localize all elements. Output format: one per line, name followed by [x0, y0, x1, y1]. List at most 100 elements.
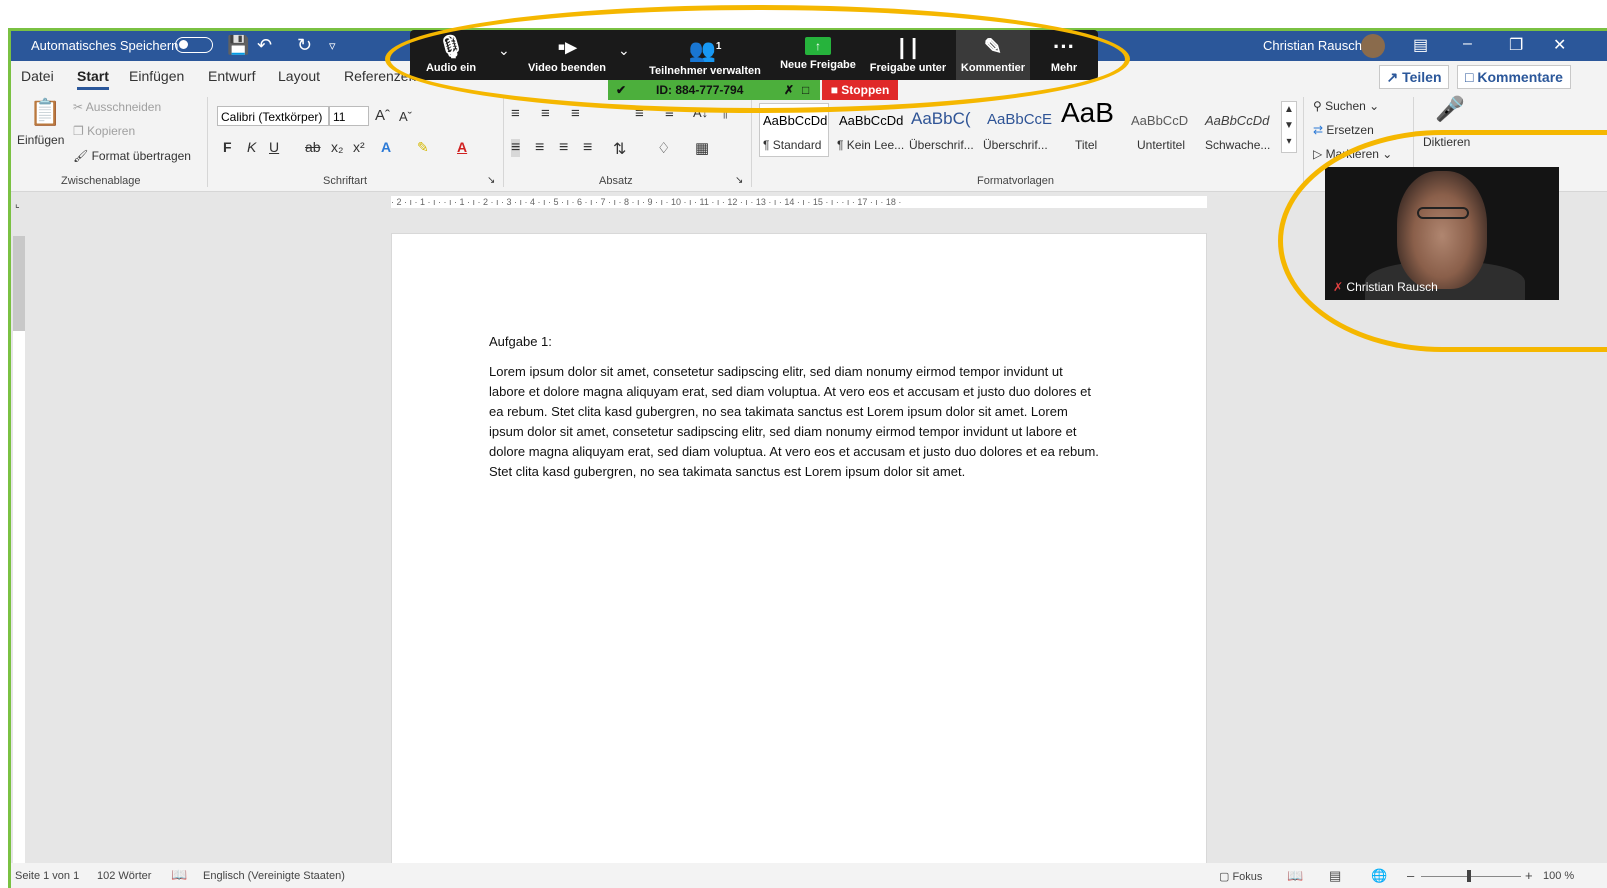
tab-selector-icon[interactable]: ⌞ — [15, 199, 20, 210]
style-title[interactable]: Titel — [1075, 138, 1097, 152]
numbering-icon[interactable]: ≡ — [541, 105, 550, 122]
new-share-button[interactable]: ↑ Neue Freigabe — [774, 30, 862, 80]
font-family-select[interactable]: Calibri (Textkörper) — [217, 106, 329, 126]
style-sample-heading1[interactable]: AaBbC( — [911, 109, 971, 129]
shrink-font-icon[interactable]: Aˇ — [399, 109, 412, 124]
share-button[interactable]: ↗ Teilen — [1379, 65, 1449, 89]
style-sample-title[interactable]: AaB — [1061, 97, 1114, 129]
undo-icon[interactable]: ↶ — [257, 35, 272, 56]
select-button[interactable]: ▷ Markieren ⌄ — [1313, 147, 1392, 161]
video-button[interactable]: ▪▸ Video beenden — [516, 30, 618, 80]
shading-icon[interactable]: ♢ — [657, 139, 670, 157]
zoom-out-icon[interactable]: – — [1407, 868, 1414, 883]
stop-share-button[interactable]: ■ Stoppen — [822, 80, 898, 100]
format-painter-button[interactable]: 🖌 Format übertragen — [73, 149, 191, 163]
italic-button[interactable]: K — [247, 139, 256, 155]
ribbon-display-icon[interactable]: ▤ — [1413, 35, 1428, 55]
microphone-icon[interactable]: 🎤 — [1435, 95, 1465, 124]
zoom-slider[interactable] — [1421, 876, 1521, 877]
vertical-ruler[interactable] — [13, 236, 25, 886]
save-icon[interactable]: 💾 — [227, 35, 249, 56]
annotate-button[interactable]: ✎ Kommentier — [956, 30, 1030, 80]
document-heading[interactable]: Aufgabe 1: — [489, 334, 552, 349]
tab-home[interactable]: Start — [77, 68, 109, 90]
print-layout-icon[interactable]: ▤ — [1329, 868, 1341, 884]
document-page[interactable]: Aufgabe 1: Lorem ipsum dolor sit amet, c… — [391, 233, 1207, 888]
subscript-button[interactable]: x₂ — [331, 139, 343, 155]
multilevel-list-icon[interactable]: ≡ — [571, 105, 580, 122]
outdent-icon[interactable]: ≡ — [665, 105, 674, 122]
video-tile[interactable]: ✗ Christian Rausch — [1325, 167, 1559, 300]
borders-icon[interactable]: ▦ — [695, 139, 709, 157]
copy-button[interactable]: ❐ Kopieren — [73, 124, 135, 138]
bold-button[interactable]: F — [223, 139, 232, 155]
highlight-icon[interactable]: ✎ — [417, 139, 429, 156]
align-right-icon[interactable]: ≡ — [559, 139, 568, 157]
zoom-slider-thumb[interactable] — [1467, 870, 1471, 882]
tab-references[interactable]: Referenzen — [344, 68, 416, 84]
language-status[interactable]: Englisch (Vereinigte Staaten) — [203, 870, 345, 882]
tab-layout[interactable]: Layout — [278, 68, 320, 84]
document-body[interactable]: Lorem ipsum dolor sit amet, consetetur s… — [489, 362, 1099, 482]
style-no-spacing[interactable]: ¶ Kein Lee... — [837, 138, 904, 152]
proofing-icon[interactable]: 📖 — [171, 867, 187, 883]
search-button[interactable]: ⚲ Suchen ⌄ — [1313, 99, 1379, 113]
sort-icon[interactable]: A↓ — [693, 105, 708, 120]
zoom-level[interactable]: 100 % — [1543, 870, 1574, 882]
indent-icon[interactable]: ≡ — [635, 105, 644, 122]
tab-file[interactable]: Datei — [21, 68, 54, 84]
tab-insert[interactable]: Einfügen — [129, 68, 184, 84]
minimize-icon[interactable]: – — [1463, 35, 1472, 53]
grow-font-icon[interactable]: Aˆ — [375, 107, 390, 124]
underline-button[interactable]: U — [269, 139, 279, 155]
replace-button[interactable]: ⇄ Ersetzen — [1313, 123, 1374, 137]
style-subtle-emphasis[interactable]: Schwache... — [1205, 138, 1270, 152]
style-sample-standard[interactable]: AaBbCcDd — [763, 113, 827, 128]
restore-icon[interactable]: ❐ — [1509, 35, 1523, 55]
page-count[interactable]: Seite 1 von 1 — [15, 870, 79, 882]
font-dialog-launcher-icon[interactable]: ↘ — [487, 175, 495, 186]
strikethrough-button[interactable]: ab — [305, 139, 321, 155]
style-heading2[interactable]: Überschrif... — [983, 138, 1048, 152]
text-effects-icon[interactable]: A — [381, 139, 391, 155]
style-standard[interactable]: ¶ Standard — [763, 138, 821, 152]
paste-button[interactable]: Einfügen — [17, 133, 64, 147]
font-color-icon[interactable]: A — [457, 139, 467, 155]
comments-button[interactable]: □ Kommentare — [1457, 65, 1571, 89]
close-icon[interactable]: ✕ — [1553, 35, 1566, 55]
font-size-select[interactable]: 11 — [329, 106, 369, 126]
align-center-icon[interactable]: ≡ — [535, 139, 544, 157]
read-mode-icon[interactable]: 📖 — [1287, 868, 1303, 884]
style-sample-no-spacing[interactable]: AaBbCcDd — [839, 113, 903, 128]
style-sample-heading2[interactable]: AaBbCcE — [987, 111, 1052, 128]
pause-share-button[interactable]: | | Freigabe unter — [864, 30, 952, 80]
style-subtitle[interactable]: Untertitel — [1137, 138, 1185, 152]
focus-button[interactable]: ▢ Fokus — [1219, 870, 1262, 883]
audio-button[interactable]: 🎙 Audio ein — [416, 30, 486, 80]
avatar[interactable] — [1361, 34, 1385, 58]
align-left-icon[interactable]: ≡ — [511, 139, 521, 157]
autosave-toggle[interactable] — [175, 37, 213, 53]
horizontal-ruler[interactable]: · 2 · ı · 1 · ı · · ı · 1 · ı · 2 · ı · … — [391, 196, 1207, 208]
styles-scroll-icon[interactable]: ▲ ▼ ▾ — [1281, 101, 1297, 153]
web-layout-icon[interactable]: 🌐 — [1371, 868, 1387, 884]
zoom-in-icon[interactable]: + — [1525, 868, 1533, 883]
customize-quick-access-icon[interactable]: ▿ — [329, 38, 336, 54]
superscript-button[interactable]: x² — [353, 139, 365, 155]
show-marks-icon[interactable]: ¶ — [721, 105, 728, 120]
audio-options-chevron-icon[interactable]: ⌄ — [498, 42, 510, 59]
redo-icon[interactable]: ↻ — [297, 35, 312, 56]
paste-icon[interactable]: 📋 — [29, 97, 61, 128]
cut-button[interactable]: ✂ Ausschneiden — [73, 100, 161, 114]
bullets-icon[interactable]: ≡ — [511, 105, 520, 122]
style-heading1[interactable]: Überschrif... — [909, 138, 974, 152]
justify-icon[interactable]: ≡ — [583, 139, 592, 157]
dictate-button[interactable]: Diktieren — [1423, 135, 1470, 149]
paragraph-dialog-launcher-icon[interactable]: ↘ — [735, 175, 743, 186]
style-sample-subtitle[interactable]: AaBbCcD — [1131, 113, 1188, 128]
word-count[interactable]: 102 Wörter — [97, 870, 151, 882]
video-options-chevron-icon[interactable]: ⌄ — [618, 42, 630, 59]
line-spacing-icon[interactable]: ⇅ — [613, 139, 626, 159]
participants-button[interactable]: 👥1 Teilnehmer verwalten — [642, 30, 768, 80]
tab-design[interactable]: Entwurf — [208, 68, 255, 84]
